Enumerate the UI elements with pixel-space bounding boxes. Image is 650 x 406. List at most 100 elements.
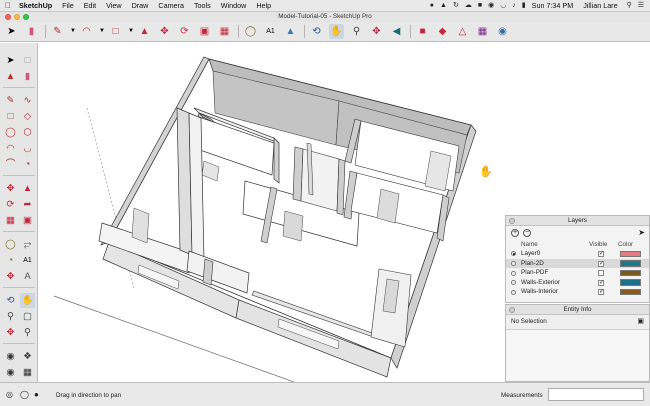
vpn-icon[interactable]: ■ (478, 0, 482, 12)
close-panel-icon[interactable] (509, 307, 515, 313)
zoom-extents-icon[interactable]: ✥ (369, 24, 384, 39)
menu-camera[interactable]: Camera (158, 0, 184, 12)
layout-icon[interactable]: ▦ (475, 24, 490, 39)
pan-icon[interactable]: ✋ (20, 293, 35, 308)
offset-icon[interactable]: ▣ (20, 213, 35, 228)
arc-icon[interactable]: ◠ (79, 24, 94, 39)
walk-icon[interactable]: ❖ (20, 349, 35, 364)
move-icon[interactable]: ✥ (3, 181, 18, 196)
active-layer-radio[interactable] (511, 270, 516, 276)
dimension-icon[interactable]: ⥂ (20, 237, 35, 252)
freehand-icon[interactable]: ∿ (20, 93, 35, 108)
wifi-icon[interactable]: ◡ (500, 0, 506, 12)
3d-text-icon[interactable]: A (20, 269, 35, 284)
rotated-rectangle-icon[interactable]: ◇ (20, 109, 35, 124)
menu-help[interactable]: Help (256, 0, 271, 12)
orbit-icon[interactable]: ⟲ (3, 293, 18, 308)
zoom-window-icon[interactable]: ▢ (20, 309, 35, 324)
follow-me-icon[interactable]: ➦ (20, 197, 35, 212)
layers-panel-header[interactable]: Layers (506, 216, 649, 226)
layer-color-swatch[interactable] (620, 279, 641, 286)
pan-icon[interactable]: ✋ (329, 24, 344, 39)
close-window-button[interactable] (5, 14, 11, 20)
close-panel-icon[interactable] (509, 218, 515, 224)
select-arrow-icon[interactable]: ➤ (3, 53, 18, 68)
add-layer-button[interactable]: + (511, 229, 519, 237)
zoom-window-button[interactable] (23, 14, 29, 20)
eraser-icon[interactable]: ▮ (24, 24, 39, 39)
user-name[interactable]: Jillian Lare (583, 0, 617, 12)
share-model-icon[interactable]: △ (455, 24, 470, 39)
menu-edit[interactable]: Edit (84, 0, 96, 12)
layer-color-swatch[interactable] (620, 250, 641, 257)
paint-bucket-icon[interactable]: ▲ (3, 69, 18, 84)
active-layer-radio[interactable] (511, 260, 516, 266)
section-plane-icon[interactable]: ▦ (20, 365, 35, 380)
eraser-icon[interactable]: ▮ (20, 69, 35, 84)
layer-color-swatch[interactable] (620, 269, 641, 277)
extension-warehouse-icon[interactable]: ◆ (435, 24, 450, 39)
entity-details-icon[interactable]: ▣ (637, 318, 644, 325)
offset-icon[interactable]: ▣ (197, 24, 212, 39)
layer-row-walls-interior[interactable]: Walls-Interior ✓ (506, 287, 649, 297)
camera-menu-icon[interactable]: ● (430, 0, 434, 12)
chevron-down-icon[interactable]: ▼ (128, 24, 134, 39)
axes-icon[interactable]: ✥ (3, 269, 18, 284)
layer-row-walls-exterior[interactable]: Walls-Exterior ✓ (506, 278, 649, 288)
rotate-icon[interactable]: ⟳ (3, 197, 18, 212)
apple-icon[interactable]:  (5, 0, 14, 12)
visible-checkbox[interactable]: ✓ (598, 260, 604, 267)
visible-checkbox[interactable]: ✓ (598, 279, 604, 286)
position-camera-icon[interactable]: ◉ (3, 349, 18, 364)
push-pull-icon[interactable]: ▲ (137, 24, 152, 39)
previous-view-icon[interactable]: ⚲ (20, 325, 35, 340)
globe-icon[interactable]: ◉ (488, 0, 494, 12)
scale-icon[interactable]: ▦ (3, 213, 18, 228)
cloud-icon[interactable]: ☁ (465, 0, 472, 12)
layer-color-swatch[interactable] (620, 260, 641, 267)
clock[interactable]: Sun 7:34 PM (532, 0, 574, 12)
text-icon[interactable]: A1 (20, 253, 35, 268)
layer-row-plan-pdf[interactable]: Plan-PDF (506, 268, 649, 278)
search-icon[interactable]: ⚲ (627, 0, 632, 12)
menu-window[interactable]: Window (221, 0, 247, 12)
line-icon[interactable]: ✎ (3, 93, 18, 108)
bluetooth-icon[interactable]: ▲ (440, 0, 447, 12)
geo-location-icon[interactable]: ◎ (6, 390, 13, 399)
orbit-icon[interactable]: ⟲ (309, 24, 324, 39)
look-around-icon[interactable]: ◉ (3, 365, 18, 380)
zoom-icon[interactable]: ⚲ (3, 309, 18, 324)
visible-checkbox[interactable] (598, 270, 604, 277)
layer-row-plan-2d[interactable]: Plan-2D ✓ (506, 258, 649, 269)
menu-file[interactable]: File (62, 0, 74, 12)
layers-details-icon[interactable]: ➤ (638, 228, 645, 237)
user-account-icon[interactable]: ● (34, 390, 39, 399)
warehouse-icon[interactable]: ■ (415, 24, 430, 39)
previous-view-icon[interactable]: ◀ (389, 24, 404, 39)
select-arrow-icon[interactable]: ➤ (4, 24, 19, 39)
menu-tools[interactable]: Tools (194, 0, 211, 12)
circle-icon[interactable]: ◯ (3, 125, 18, 140)
arc-icon[interactable]: ◠ (3, 141, 18, 156)
pencil-line-icon[interactable]: ✎ (50, 24, 65, 39)
visible-checkbox[interactable]: ✓ (598, 289, 604, 296)
active-layer-radio[interactable] (511, 289, 516, 295)
text-label-icon[interactable]: A1 (263, 24, 278, 39)
measurements-input[interactable] (548, 388, 644, 401)
app-menu[interactable]: SketchUp (19, 0, 52, 12)
make-component-icon[interactable]: □ (20, 53, 35, 68)
three-point-arc-icon[interactable]: ⌒ (3, 157, 18, 172)
active-layer-radio[interactable] (511, 280, 516, 286)
pie-icon[interactable]: ◔ (20, 157, 35, 172)
credits-icon[interactable]: ◯ (20, 390, 29, 399)
menu-view[interactable]: View (106, 0, 121, 12)
style-icon[interactable]: ◉ (495, 24, 510, 39)
tape-measure-icon[interactable]: ◯ (243, 24, 258, 39)
column-color[interactable]: Color (618, 241, 633, 249)
layer-row-layer0[interactable]: Layer0 ✓ (506, 249, 649, 259)
polygon-icon[interactable]: ⬡ (20, 125, 35, 140)
menu-draw[interactable]: Draw (132, 0, 149, 12)
delete-layer-button[interactable]: − (523, 229, 531, 237)
chevron-down-icon[interactable]: ▼ (99, 24, 105, 39)
column-visible[interactable]: Visible (589, 241, 607, 249)
